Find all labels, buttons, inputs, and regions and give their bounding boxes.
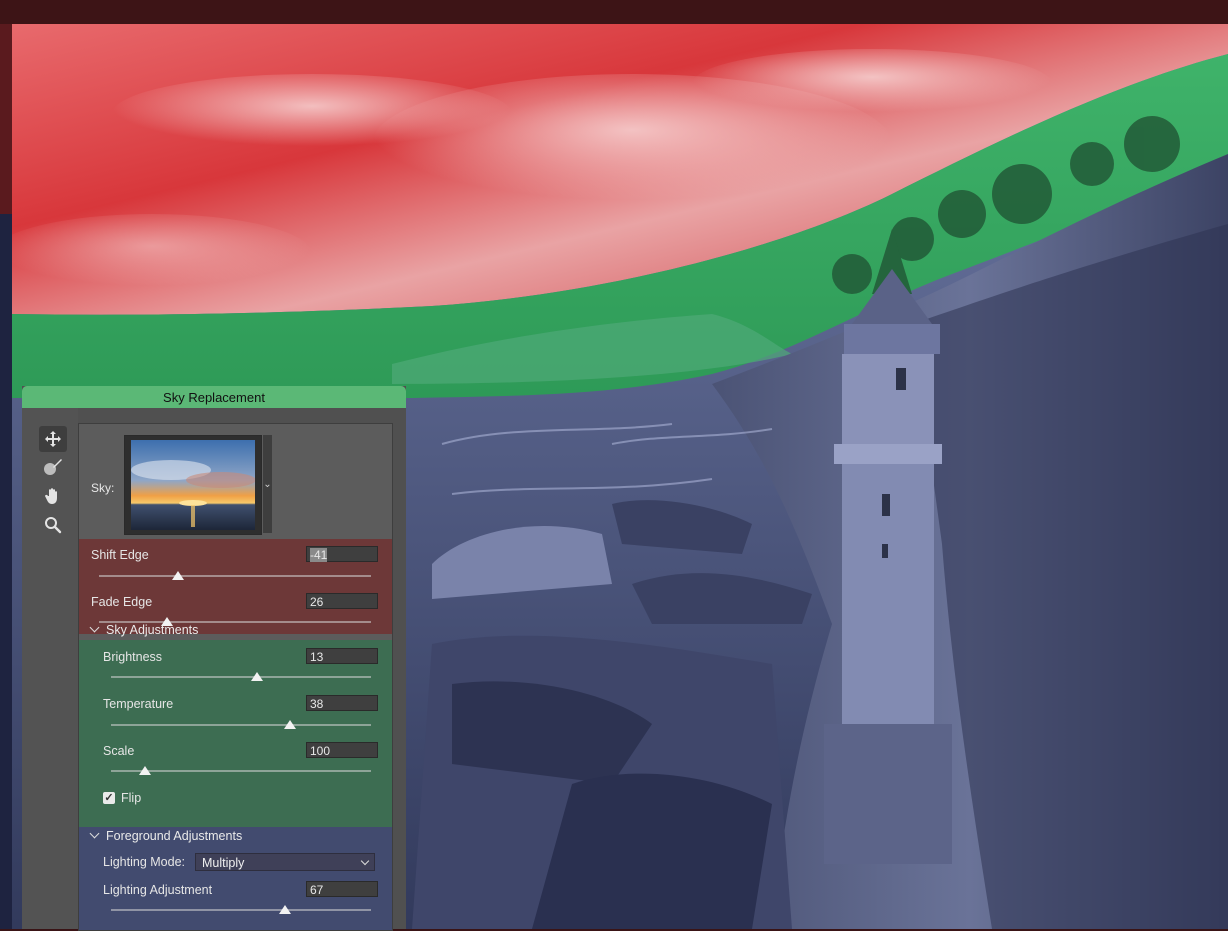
temperature-input[interactable]: 38 bbox=[306, 695, 378, 711]
lighting-mode-select[interactable]: Multiply bbox=[195, 853, 375, 871]
brightness-label: Brightness bbox=[103, 650, 163, 664]
tool-column bbox=[22, 408, 78, 929]
brightness-input[interactable]: 13 bbox=[306, 648, 378, 664]
flip-checkbox[interactable]: ✓ bbox=[103, 792, 115, 804]
lighting-adjustment-slider-thumb[interactable] bbox=[279, 905, 292, 914]
sky-brush-tool-button[interactable] bbox=[39, 454, 67, 480]
dialog-title[interactable]: Sky Replacement bbox=[22, 386, 406, 408]
sky-replacement-dialog: Sky Replacement Sky: ⌄ Shift Edge -41 Fa… bbox=[22, 386, 406, 931]
sky-label: Sky: bbox=[91, 481, 115, 495]
chevron-down-icon bbox=[89, 828, 100, 839]
temperature-label: Temperature bbox=[103, 697, 174, 711]
dialog-content: Sky: ⌄ Shift Edge -41 Fade Edge 26 Sky A… bbox=[78, 423, 393, 931]
zoom-tool-button[interactable] bbox=[39, 512, 67, 538]
lighting-adjustment-input[interactable]: 67 bbox=[306, 881, 378, 897]
shift-edge-input[interactable]: -41 bbox=[306, 546, 378, 562]
edge-section: Shift Edge -41 Fade Edge 26 bbox=[79, 539, 392, 634]
sky-adjustments-section: Brightness 13 Temperature 38 Scale 100 ✓… bbox=[79, 640, 392, 827]
canvas-left-edge bbox=[0, 24, 12, 929]
chevron-down-icon: ⌄ bbox=[263, 478, 272, 490]
scale-slider-thumb[interactable] bbox=[138, 766, 151, 775]
zoom-tool-icon bbox=[45, 517, 62, 534]
sky-brush-tool-icon bbox=[44, 459, 62, 475]
scale-input[interactable]: 100 bbox=[306, 742, 378, 758]
chevron-down-icon bbox=[89, 622, 100, 633]
move-tool-button[interactable] bbox=[39, 426, 67, 452]
hand-tool-icon bbox=[45, 488, 57, 504]
shift-edge-label: Shift Edge bbox=[91, 548, 149, 562]
brightness-slider-thumb[interactable] bbox=[250, 672, 263, 681]
sky-preset-thumbnail[interactable] bbox=[124, 435, 262, 535]
foreground-adjustments-header[interactable]: Foreground Adjustments bbox=[89, 828, 242, 843]
hand-tool-button[interactable] bbox=[39, 483, 67, 509]
foreground-adjustments-section: Foreground Adjustments Lighting Mode: Mu… bbox=[79, 827, 392, 930]
chevron-down-icon bbox=[360, 856, 370, 866]
sky-adjustments-header[interactable]: Sky Adjustments bbox=[89, 622, 198, 637]
temperature-slider-track[interactable] bbox=[111, 724, 371, 726]
brightness-slider-track[interactable] bbox=[111, 676, 371, 678]
sky-preset-dropdown[interactable]: ⌄ bbox=[263, 435, 272, 533]
document-top-bar bbox=[0, 0, 1228, 24]
shift-edge-slider-track[interactable] bbox=[99, 575, 371, 577]
lighting-adjustment-label: Lighting Adjustment bbox=[103, 883, 213, 897]
sky-preview-image bbox=[131, 440, 255, 530]
fade-edge-label: Fade Edge bbox=[91, 595, 153, 609]
lighting-adjustment-slider-track[interactable] bbox=[111, 909, 371, 911]
scale-label: Scale bbox=[103, 744, 135, 758]
temperature-slider-thumb[interactable] bbox=[284, 720, 297, 729]
lighting-mode-label: Lighting Mode: bbox=[103, 855, 186, 869]
move-tool-icon bbox=[45, 431, 61, 447]
tower bbox=[824, 269, 952, 864]
flip-label: Flip bbox=[121, 791, 142, 805]
fade-edge-input[interactable]: 26 bbox=[306, 593, 378, 609]
shift-edge-slider-thumb[interactable] bbox=[171, 571, 184, 580]
